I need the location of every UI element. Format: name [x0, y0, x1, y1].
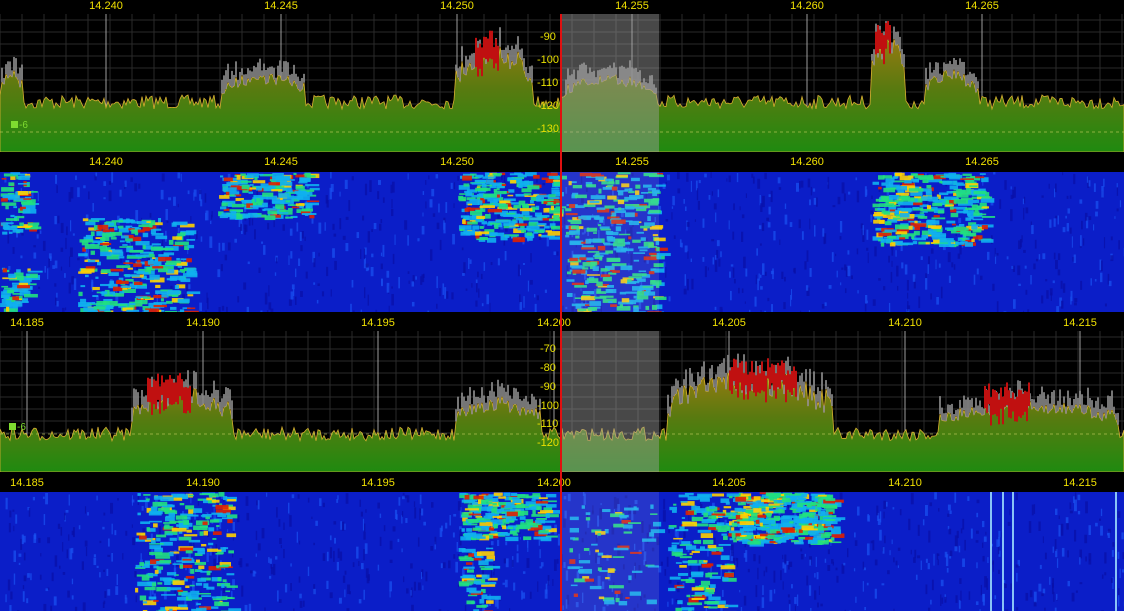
rx1-wf-freq-label-3: 14.250 — [440, 156, 474, 168]
rx2-wf-freq-label-2: 14.190 — [186, 477, 220, 489]
rx2-waterfall[interactable] — [0, 492, 1124, 611]
rx1-db-label-4: -120 — [537, 100, 560, 112]
rx1-freq-label-4: 14.255 — [615, 0, 649, 12]
rx2-db-label-6: -120 — [537, 437, 560, 449]
rx1-squelch-handle[interactable]: -6 — [11, 121, 28, 131]
rx1-waterfall-passband — [562, 172, 659, 312]
rx1-frequency-scale[interactable]: 14.240 14.245 14.250 14.255 14.260 14.26… — [0, 0, 1124, 14]
rx2-wf-freq-label-1: 14.185 — [10, 477, 44, 489]
rx2-squelch-handle[interactable]: -6 — [9, 423, 26, 433]
rx1-freq-label-6: 14.265 — [965, 0, 999, 12]
rx2-wf-freq-label-3: 14.195 — [361, 477, 395, 489]
rx2-waterfall-scale[interactable]: 14.185 14.190 14.195 14.200 14.205 14.21… — [0, 477, 1124, 491]
rx1-db-label-1: -90 — [540, 31, 556, 43]
rx2-freq-label-2: 14.190 — [186, 317, 220, 329]
rx1-freq-label-5: 14.260 — [790, 0, 824, 12]
rx1-wf-freq-label-6: 14.265 — [965, 156, 999, 168]
squelch-square-icon — [9, 423, 16, 430]
rx1-waterfall[interactable] — [0, 172, 1124, 312]
rx2-wf-freq-label-7: 14.215 — [1063, 477, 1097, 489]
rx1-wf-freq-label-2: 14.245 — [264, 156, 298, 168]
rx1-passband-filter[interactable] — [562, 14, 659, 152]
rx2-wf-freq-label-4: 14.200 — [537, 477, 571, 489]
rx2-freq-label-5: 14.205 — [712, 317, 746, 329]
rx2-wf-freq-label-5: 14.205 — [712, 477, 746, 489]
rx1-freq-label-2: 14.245 — [264, 0, 298, 12]
squelch-square-icon — [11, 121, 18, 128]
rx2-frequency-scale[interactable]: 14.185 14.190 14.195 14.200 14.205 14.21… — [0, 317, 1124, 331]
rx2-freq-label-4: 14.200 — [537, 317, 571, 329]
rx1-wf-freq-label-4: 14.255 — [615, 156, 649, 168]
rx1-wf-freq-label-1: 14.240 — [89, 156, 123, 168]
rx2-db-label-5: -110 — [537, 418, 559, 430]
tuning-cursor[interactable] — [560, 14, 562, 611]
rx2-waterfall-passband — [562, 492, 659, 611]
rx2-db-label-1: -70 — [540, 343, 556, 355]
rx1-db-label-3: -110 — [537, 77, 559, 89]
rx2-freq-label-6: 14.210 — [888, 317, 922, 329]
rx2-db-label-4: -100 — [537, 400, 560, 412]
rx2-wf-freq-label-6: 14.210 — [888, 477, 922, 489]
rx2-spectrum-panel[interactable]: -70 -80 -90 -100 -110 -120 -6 — [0, 331, 1124, 472]
rx1-freq-label-1: 14.240 — [89, 0, 123, 12]
rx2-db-label-3: -90 — [540, 381, 556, 393]
rx2-freq-label-1: 14.185 — [10, 317, 44, 329]
rx1-db-label-2: -100 — [537, 54, 560, 66]
rx2-db-label-2: -80 — [540, 362, 556, 374]
rx2-freq-label-3: 14.195 — [361, 317, 395, 329]
rx1-wf-freq-label-5: 14.260 — [790, 156, 824, 168]
rx1-freq-label-3: 14.250 — [440, 0, 474, 12]
rx1-waterfall-scale[interactable]: 14.240 14.245 14.250 14.255 14.260 14.26… — [0, 156, 1124, 170]
rx1-db-label-5: -130 — [537, 123, 560, 135]
rx2-freq-label-7: 14.215 — [1063, 317, 1097, 329]
rx2-passband-filter[interactable] — [562, 331, 659, 472]
rx1-spectrum-panel[interactable]: -90 -100 -110 -120 -130 -6 — [0, 14, 1124, 152]
